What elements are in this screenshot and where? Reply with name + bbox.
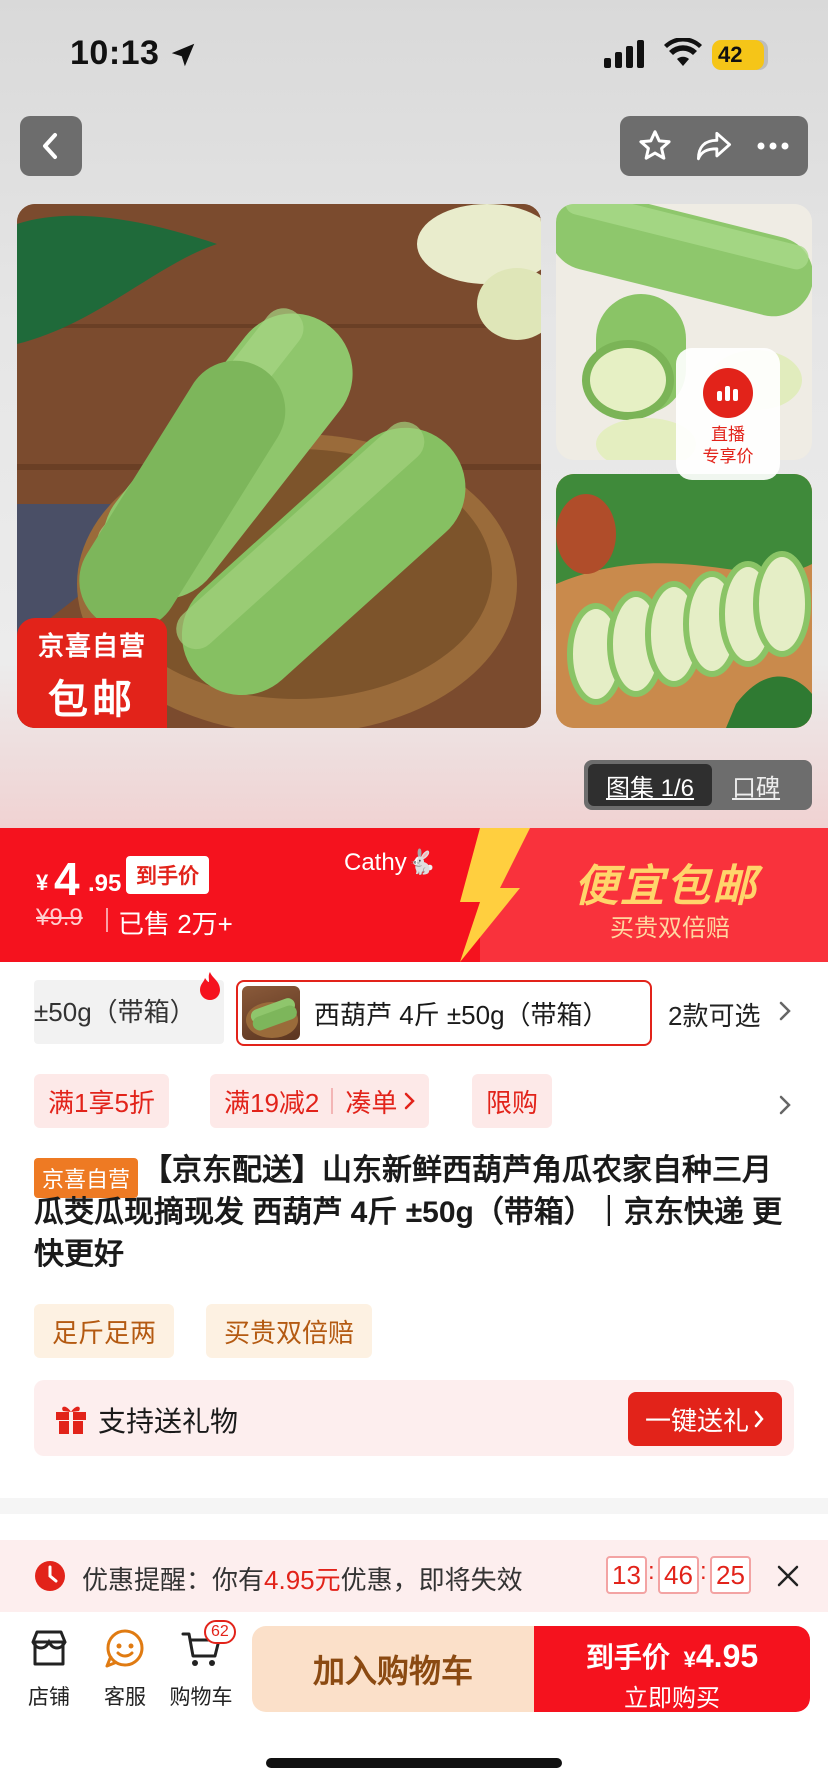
wifi-icon bbox=[664, 38, 702, 66]
clock-icon bbox=[35, 1561, 65, 1591]
promo-subtitle: 买贵双倍赔 bbox=[610, 915, 730, 942]
sku-more-label[interactable]: 2款可选 bbox=[668, 996, 760, 1033]
status-bar: 10:13 42 bbox=[0, 0, 828, 110]
gift-label: 支持送礼物 bbox=[98, 1406, 239, 1437]
reminder-text: 优惠提醒：你有4.95元优惠，即将失效 bbox=[82, 1560, 523, 1597]
feature-tag-guarantee[interactable]: 买贵双倍赔 bbox=[206, 1304, 373, 1358]
store-icon bbox=[31, 1630, 67, 1666]
user-watermark: Cathy🐇 bbox=[344, 849, 437, 876]
buy-now-label: 立即购买 bbox=[624, 1685, 720, 1712]
sku-option[interactable]: ±50g（带箱） bbox=[34, 980, 224, 1044]
sliced-zucchini-illustration bbox=[556, 474, 812, 728]
chevron-left-icon bbox=[43, 133, 57, 159]
countdown-hours: 13 bbox=[606, 1556, 647, 1594]
sku-selector: ±50g（带箱） 西葫芦 4斤 ±50g（带箱） 2款可选 bbox=[0, 966, 828, 1060]
live-price-label: 专享价 bbox=[702, 447, 754, 466]
cart-button[interactable]: 62 购物车 bbox=[166, 1620, 236, 1711]
countdown-seconds: 25 bbox=[710, 1556, 751, 1594]
chevron-right-icon bbox=[754, 1410, 764, 1428]
coupon-limit[interactable]: 限购 bbox=[472, 1074, 553, 1128]
chevron-right-icon[interactable] bbox=[778, 1094, 792, 1116]
badge-line2: 包邮 bbox=[48, 678, 136, 722]
promo-reminder-bar: 优惠提醒：你有4.95元优惠，即将失效 13 : 46 : 25 bbox=[0, 1540, 828, 1612]
coupon-add-items[interactable]: 凑单 bbox=[345, 1083, 397, 1120]
home-indicator[interactable] bbox=[266, 1758, 562, 1768]
sku-selected-label: 西葫芦 4斤 ±50g（带箱） bbox=[314, 999, 609, 1030]
customer-service-label: 客服 bbox=[104, 1686, 146, 1709]
feature-tag-weight[interactable]: 足斤足两 bbox=[34, 1304, 175, 1358]
section-divider bbox=[0, 1498, 828, 1514]
more-dots-icon bbox=[757, 142, 789, 150]
product-thumb-2[interactable] bbox=[556, 474, 812, 728]
back-button[interactable] bbox=[20, 116, 82, 176]
favorite-button[interactable] bbox=[630, 121, 680, 171]
coupon-reduction-label: 满19减2 bbox=[224, 1087, 320, 1118]
battery-level: 42 bbox=[718, 42, 743, 67]
gift-icon bbox=[56, 1406, 86, 1434]
price-divider bbox=[106, 908, 108, 932]
buy-price-value: 4.95 bbox=[695, 1638, 759, 1674]
customer-service-button[interactable]: 客服 bbox=[90, 1626, 160, 1711]
coupon-divider bbox=[331, 1088, 334, 1114]
battery-icon: 42 bbox=[712, 40, 772, 70]
reminder-suffix: 优惠，即将失效 bbox=[340, 1565, 523, 1595]
tab-reviews[interactable]: 口碑 bbox=[712, 768, 780, 803]
price-currency: ¥ bbox=[36, 870, 49, 895]
live-icon bbox=[703, 368, 753, 418]
share-button[interactable] bbox=[689, 121, 739, 171]
more-button[interactable] bbox=[748, 121, 798, 171]
store-button[interactable]: 店铺 bbox=[14, 1626, 84, 1711]
chevron-right-icon bbox=[779, 1001, 791, 1021]
store-label: 店铺 bbox=[28, 1686, 70, 1709]
send-gift-label: 一键送礼 bbox=[644, 1405, 749, 1436]
live-label: 直播 bbox=[711, 425, 745, 444]
sku-option-selected[interactable]: 西葫芦 4斤 ±50g（带箱） bbox=[236, 980, 652, 1046]
buy-now-button[interactable]: 到手价 ¥4.95 立即购买 bbox=[534, 1626, 810, 1712]
countdown-minutes: 46 bbox=[658, 1556, 699, 1594]
coupon-discount[interactable]: 满1享5折 bbox=[34, 1074, 169, 1128]
sold-count: 已售 2万+ bbox=[118, 909, 233, 939]
hot-flame-icon bbox=[200, 972, 220, 1000]
gift-bar: 支持送礼物 一键送礼 bbox=[34, 1380, 794, 1456]
star-icon bbox=[639, 130, 671, 160]
price-decimal: .95 bbox=[88, 870, 122, 897]
send-gift-button[interactable]: 一键送礼 bbox=[628, 1392, 782, 1446]
reminder-amount: 4.95元 bbox=[264, 1565, 341, 1595]
chevron-right-icon bbox=[405, 1092, 416, 1110]
price-integer: 4 bbox=[54, 853, 80, 905]
cart-label: 购物车 bbox=[169, 1686, 233, 1709]
status-time: 10:13 bbox=[70, 34, 160, 72]
gallery-tabs: 图集 1/6 口碑 bbox=[584, 760, 812, 810]
countdown-colon: : bbox=[700, 1558, 707, 1585]
price-banner: ¥ 4 .95 到手价 ¥9.9 已售 2万+ Cathy🐇 便宜包邮 买贵双倍… bbox=[0, 828, 828, 962]
buy-price-label: 到手价 bbox=[585, 1642, 670, 1673]
add-to-cart-button[interactable]: 加入购物车 bbox=[252, 1626, 534, 1712]
reminder-prefix: 优惠提醒：你有 bbox=[82, 1565, 265, 1595]
final-price-tag: 到手价 bbox=[126, 856, 209, 894]
live-stream-button[interactable]: 直播 专享价 bbox=[676, 348, 780, 480]
buy-currency: ¥ bbox=[683, 1647, 696, 1672]
cellular-signal-icon bbox=[604, 40, 644, 68]
customer-service-icon bbox=[105, 1629, 144, 1668]
buy-price-line: 到手价 ¥4.95 bbox=[534, 1636, 810, 1676]
self-operated-badge: 京喜自营 包邮 bbox=[17, 618, 167, 728]
nav-actions bbox=[620, 116, 808, 176]
badge-line1: 京喜自营 bbox=[37, 631, 146, 661]
lightning-icon bbox=[460, 828, 530, 962]
product-title: 【京东配送】山东新鲜西葫芦角瓜农家自种三月瓜茭瓜现摘现发 西葫芦 4斤 ±50g… bbox=[34, 1154, 783, 1271]
close-icon[interactable] bbox=[776, 1564, 800, 1588]
cart-count-badge: 62 bbox=[204, 1620, 236, 1644]
location-arrow-icon bbox=[171, 43, 195, 67]
original-price: ¥9.9 bbox=[36, 904, 83, 931]
promo-title: 便宜包邮 bbox=[574, 862, 758, 911]
tab-gallery[interactable]: 图集 1/6 bbox=[588, 764, 713, 806]
share-icon bbox=[696, 131, 731, 161]
countdown-colon: : bbox=[648, 1558, 655, 1585]
coupon-full-reduction[interactable]: 满19减2 凑单 bbox=[210, 1074, 430, 1128]
sku-thumbnail bbox=[242, 986, 300, 1040]
